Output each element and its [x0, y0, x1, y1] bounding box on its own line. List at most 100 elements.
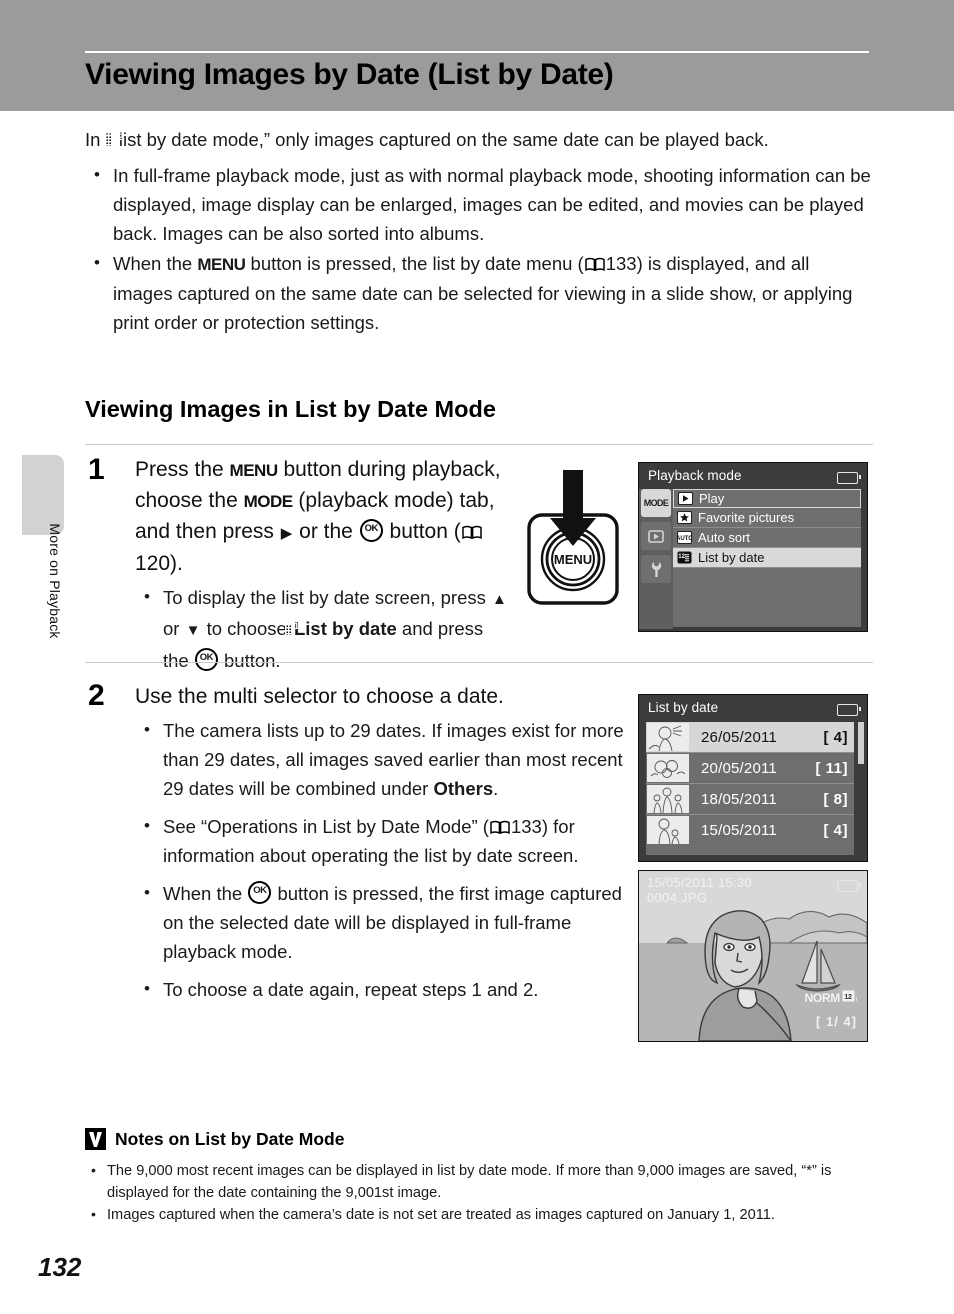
lcd-playback-mode-screen: Playback mode MODE Play Favorite picture… — [638, 462, 868, 632]
date-row[interactable]: 15/05/2011 [ 4] — [646, 815, 854, 845]
list-by-date-label: List by date — [293, 618, 397, 639]
s1-d: or the — [293, 520, 359, 543]
menu-item-list-by-date[interactable]: 12 List by date — [673, 548, 861, 568]
right-arrow-icon: ▶ — [280, 525, 293, 542]
lcd-playback-title: Playback mode — [648, 468, 742, 483]
s1s-b: or — [163, 618, 185, 639]
menu-item-favorite-pictures[interactable]: Favorite pictures — [673, 508, 861, 528]
image-filename: 0004.JPG — [647, 890, 708, 905]
s2b1-a: The camera lists up to 29 dates. If imag… — [163, 720, 624, 799]
play-tab[interactable] — [641, 522, 671, 550]
intro-bullet-1: In full-frame playback mode, just as wit… — [85, 160, 873, 248]
battery-icon — [837, 472, 861, 484]
intro-b2-b: button is pressed, the list by date menu… — [245, 253, 584, 274]
s2b2-a: See “Operations in List by Date Mode” ( — [163, 816, 489, 837]
battery-icon — [837, 704, 861, 716]
image-counter: [ 1/ 4] — [816, 1014, 857, 1029]
note-item: The 9,000 most recent images can be disp… — [85, 1159, 875, 1204]
step-2-title: Use the multi selector to choose a date. — [135, 685, 504, 708]
ok-button-icon — [248, 881, 272, 904]
header-rule — [85, 51, 869, 53]
notes-heading: Notes on List by Date Mode — [115, 1128, 345, 1149]
s1-f: ). — [170, 552, 183, 575]
side-tab-label: More on Playback — [47, 523, 63, 639]
book-reference-icon — [490, 820, 510, 835]
image-size-icon: 12 M — [842, 990, 860, 1005]
s1s-a: To display the list by date screen, pres… — [163, 587, 492, 608]
menu-item-auto-sort-label: Auto sort — [698, 530, 751, 545]
svg-text:M: M — [856, 997, 857, 1002]
step-2-sub-4: To choose a date again, repeat steps 1 a… — [135, 974, 625, 1004]
date-row[interactable]: 26/05/2011 [ 4] — [646, 722, 854, 753]
s2b2-page: 133 — [510, 816, 542, 837]
mode-tab-label: MODE — [643, 498, 669, 508]
star-icon — [677, 510, 692, 525]
s1-e: button ( — [383, 520, 461, 543]
calendar-12-icon: 12 — [677, 551, 692, 565]
date-row-list: 26/05/2011 [ 4] 20/05/2011 [ 11] 18/05/2… — [646, 722, 854, 855]
menu-button-glyph: MENU — [197, 255, 246, 274]
s2b1-b: . — [493, 778, 499, 799]
date-count: [ 4] — [823, 728, 848, 746]
image-info-overlay: 15/05/2011 15:30 0004.JPG — [647, 875, 752, 905]
playback-mode-menu-list: Play Favorite pictures AUTO Auto sort 12… — [673, 489, 861, 627]
book-reference-icon — [584, 257, 605, 272]
date-label: 26/05/2011 — [701, 728, 777, 746]
page-title: Viewing Images by Date (List by Date) — [85, 58, 614, 91]
date-label: 15/05/2011 — [701, 821, 777, 839]
step-1-title: Press the MENU button during playback, c… — [135, 455, 510, 579]
step-2-sub-1: The camera lists up to 29 dates. If imag… — [135, 715, 625, 803]
s2b4-a: To choose a date again, repeat steps 1 a… — [163, 979, 539, 1000]
image-quality-indicator: NORM 12 M — [805, 990, 860, 1005]
date-row[interactable]: 18/05/2011 [ 8] — [646, 784, 854, 815]
note-item: Images captured when the camera’s date i… — [85, 1203, 875, 1226]
section-heading: Viewing Images in List by Date Mode — [85, 396, 496, 422]
s1s-e: button. — [218, 650, 281, 671]
up-arrow-icon: ▲ — [492, 591, 507, 608]
intro-b2-a: When the — [113, 253, 198, 274]
lcd-full-frame-playback-screen: 15/05/2011 15:30 0004.JPG NORM 12 M [ 1/ … — [638, 870, 868, 1042]
menu-item-play-label: Play — [699, 491, 725, 506]
page-header-band — [0, 0, 954, 111]
svg-text:AUTO: AUTO — [677, 536, 692, 542]
intro-lead-post: list by date mode,” only images captured… — [113, 129, 769, 150]
step-2-sublist: The camera lists up to 29 dates. If imag… — [135, 715, 625, 1004]
svg-text:12: 12 — [844, 994, 852, 1001]
intro-paragraph: In “ list by date mode,” only images cap… — [85, 125, 873, 157]
intro-b2-page: 133 — [605, 253, 637, 274]
menu-button-illustration: MENU — [524, 470, 624, 615]
mode-tab[interactable]: MODE — [641, 489, 671, 517]
page-number: 132 — [38, 1252, 82, 1282]
mode-tab-glyph: MODE — [243, 492, 294, 511]
date-row[interactable]: 20/05/2011 [ 11] — [646, 753, 854, 784]
date-label: 18/05/2011 — [701, 790, 777, 808]
lcd-list-by-date-screen: List by date 26/05/2011 [ 4] 20/05/2011 … — [638, 694, 868, 862]
scrollbar[interactable] — [858, 722, 864, 764]
menu-item-auto-sort[interactable]: AUTO Auto sort — [673, 528, 861, 548]
book-reference-icon — [462, 525, 482, 540]
svg-text:MENU: MENU — [554, 552, 592, 567]
svg-text:12: 12 — [678, 554, 685, 560]
ok-button-icon — [194, 648, 218, 671]
step-2-number: 2 — [88, 679, 105, 712]
auto-icon: AUTO — [676, 530, 693, 545]
caution-icon — [85, 1128, 106, 1150]
s1-a: Press the — [135, 458, 230, 481]
notes-section: Notes on List by Date Mode The 9,000 mos… — [85, 1128, 875, 1226]
intro-section: In “ list by date mode,” only images cap… — [85, 125, 873, 338]
lcd-dates-title: List by date — [648, 700, 719, 715]
image-date: 15/05/2011 15:30 — [647, 875, 753, 890]
notes-list: The 9,000 most recent images can be disp… — [85, 1159, 875, 1226]
date-count: [ 4] — [823, 821, 848, 839]
menu-item-play[interactable]: Play — [673, 489, 861, 508]
play-icon — [678, 491, 693, 506]
step-2-sub-2: See “Operations in List by Date Mode” ( 1… — [135, 811, 625, 870]
step-1-number: 1 — [88, 453, 105, 486]
thumbnail-image — [647, 785, 689, 813]
menu-tab-column: MODE — [639, 489, 673, 629]
date-count: [ 11] — [815, 759, 848, 777]
thumbnail-image — [647, 754, 689, 782]
setup-tab[interactable] — [641, 555, 671, 583]
section-divider-top — [85, 444, 873, 445]
date-label: 20/05/2011 — [701, 759, 777, 777]
